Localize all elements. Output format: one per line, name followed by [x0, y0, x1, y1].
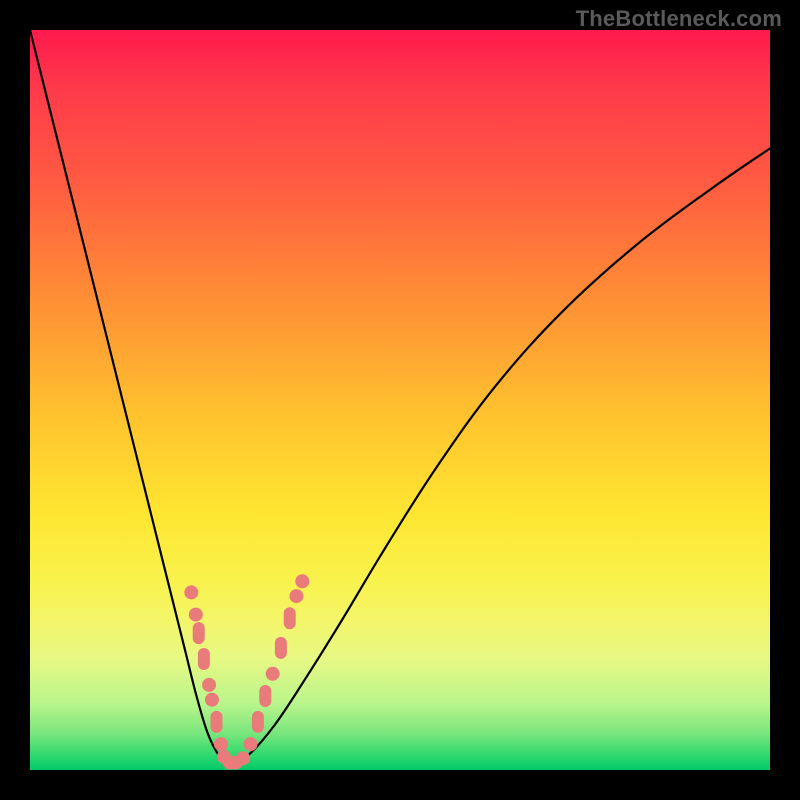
data-marker — [266, 667, 280, 681]
data-marker — [211, 711, 223, 733]
data-marker — [214, 737, 228, 751]
data-markers — [184, 574, 309, 769]
data-marker — [289, 589, 303, 603]
data-marker — [189, 608, 203, 622]
watermark-text: TheBottleneck.com — [576, 6, 782, 32]
data-marker — [275, 637, 287, 659]
data-marker — [202, 678, 216, 692]
data-marker — [284, 607, 296, 629]
data-marker — [295, 574, 309, 588]
data-marker — [193, 622, 205, 644]
data-marker — [184, 585, 198, 599]
data-marker — [244, 737, 258, 751]
data-marker — [205, 693, 219, 707]
bottleneck-curve — [30, 30, 770, 766]
data-marker — [252, 711, 264, 733]
chart-frame: TheBottleneck.com — [0, 0, 800, 800]
data-marker — [236, 751, 250, 765]
data-marker — [198, 648, 210, 670]
chart-svg — [30, 30, 770, 770]
plot-area — [30, 30, 770, 770]
data-marker — [259, 685, 271, 707]
